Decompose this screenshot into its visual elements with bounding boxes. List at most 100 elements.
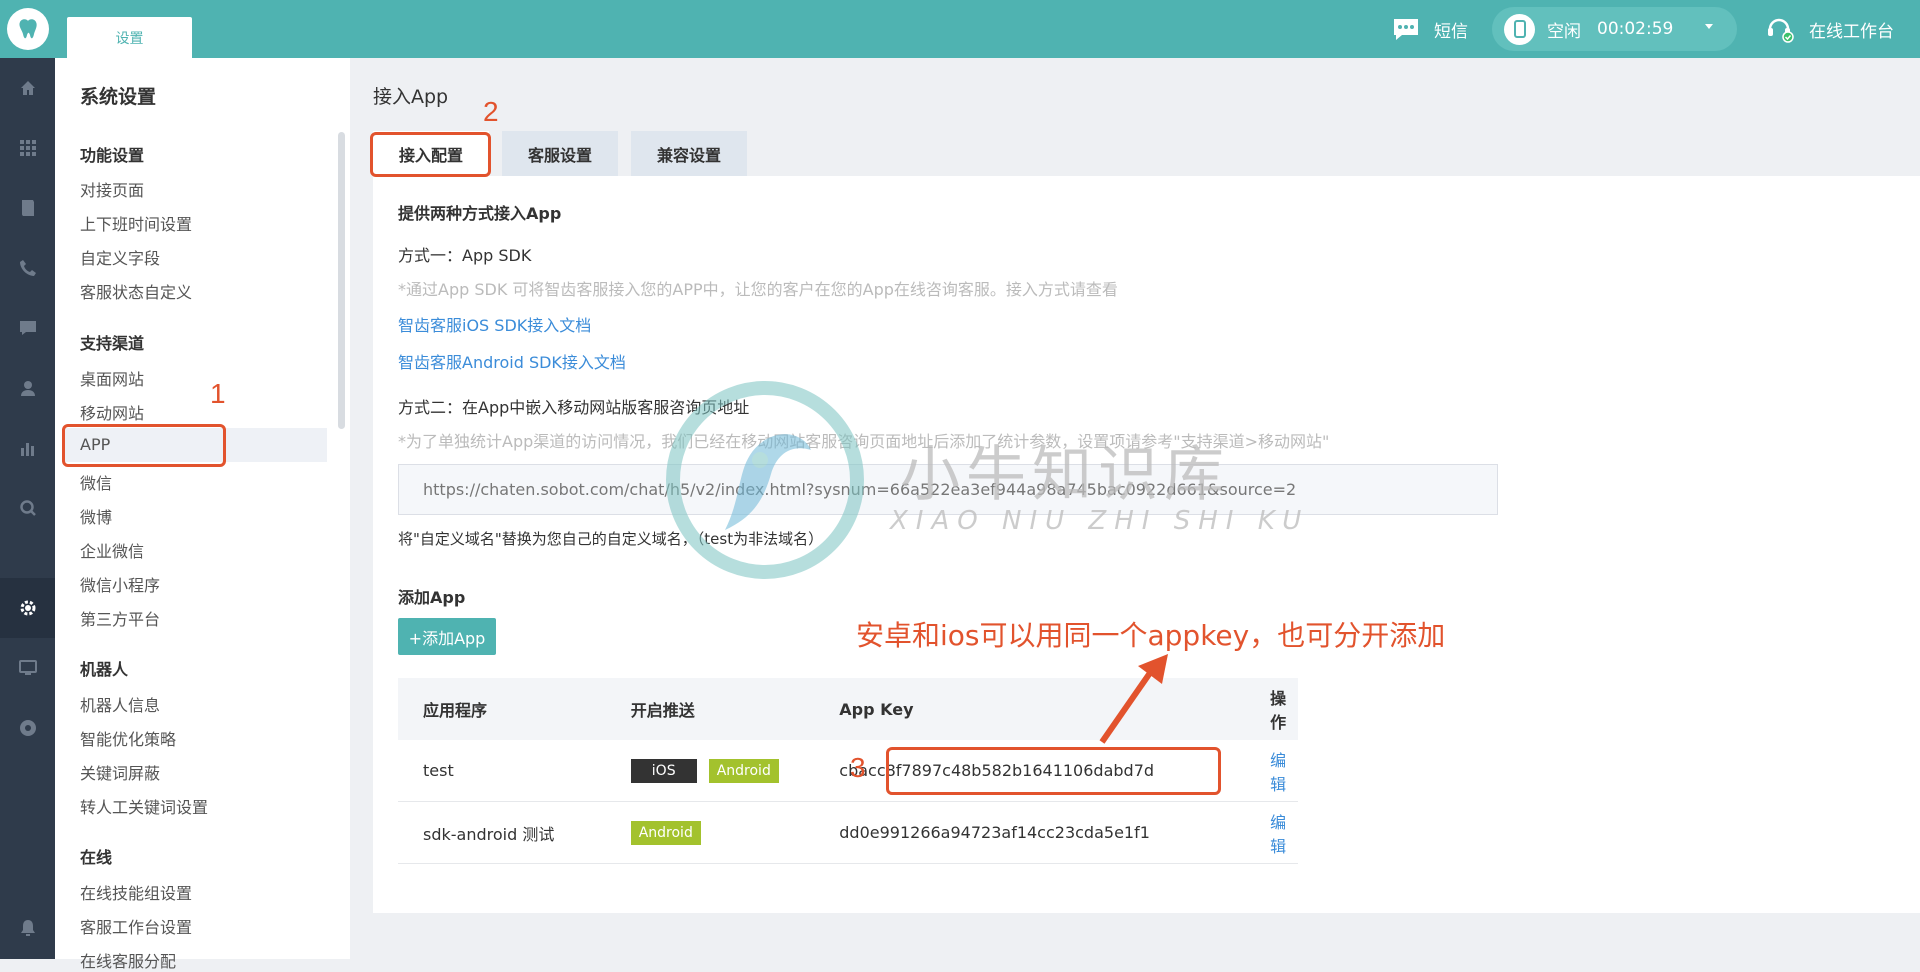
gear-icon	[20, 600, 35, 616]
col-appkey: App Key	[839, 699, 914, 719]
sidebar-item-wecom[interactable]: 企业微信	[80, 538, 144, 562]
sidebar-item-workbench-settings[interactable]: 客服工作台设置	[80, 914, 192, 938]
message-icon	[1394, 19, 1418, 40]
app-logo[interactable]	[0, 0, 55, 58]
annotation-number-2: 2	[483, 96, 499, 127]
sidebar-item-keyword-block[interactable]: 关键词屏蔽	[80, 760, 160, 784]
sidebar-item-custom-fields[interactable]: 自定义字段	[80, 245, 160, 269]
chevron-down-icon	[1705, 24, 1713, 29]
android-badge: Android	[708, 758, 779, 783]
page-title: 接入App	[373, 86, 449, 108]
add-app-heading: 添加App	[398, 588, 466, 607]
sidebar-item-weibo[interactable]: 微博	[80, 504, 112, 528]
phone-icon	[1504, 13, 1535, 45]
rail-search[interactable]	[0, 478, 55, 538]
app-name: test	[423, 761, 454, 780]
top-bar: 设置 短信 空闲 00:02:59 在线工作台	[0, 0, 1920, 58]
rail-call[interactable]	[0, 238, 55, 298]
search-icon	[19, 500, 36, 516]
tab-settings[interactable]: 设置	[67, 17, 192, 58]
android-badge: Android	[630, 820, 701, 845]
rail-customers[interactable]	[0, 358, 55, 418]
sidebar-title: 系统设置	[80, 86, 157, 108]
call-timer: 00:02:59	[1597, 19, 1674, 39]
sidebar-item-third-party[interactable]: 第三方平台	[80, 606, 160, 630]
edit-link[interactable]: 编辑	[1260, 809, 1298, 857]
rail-settings[interactable]	[0, 578, 55, 638]
sidebar-item-desktop-site[interactable]: 桌面网站	[80, 366, 144, 390]
headset-online-icon	[1768, 18, 1794, 43]
section-heading: 提供两种方式接入App	[398, 204, 562, 223]
tooth-logo-icon	[6, 8, 49, 50]
rail-notifications[interactable]	[0, 898, 55, 958]
online-workbench-button[interactable]: 在线工作台	[1765, 15, 1894, 43]
book-icon	[21, 200, 34, 216]
monitor-icon	[18, 660, 37, 675]
sidebar-item-mobile-site[interactable]: 移动网站	[80, 400, 144, 424]
app-name: sdk-android 测试	[423, 824, 555, 844]
push-badges: iOS Android	[611, 758, 827, 783]
app-key: dd0e991266a94723af14cc23cda5e1f1	[839, 823, 1150, 842]
col-push: 开启推送	[630, 701, 695, 720]
method-one-title: 方式一：App SDK	[398, 246, 532, 265]
method-one-hint: *通过App SDK 可将智齿客服接入您的APP中，让您的客户在您的App在线咨…	[398, 280, 1118, 299]
watermark-text: 小牛知识库	[900, 440, 1230, 510]
ios-sdk-doc-link[interactable]: 智齿客服iOS SDK接入文档	[398, 312, 591, 336]
annotation-number-3: 3	[850, 752, 866, 783]
sidebar-item-miniprogram[interactable]: 微信小程序	[80, 572, 160, 596]
bell-icon	[20, 920, 35, 936]
content-panel: 提供两种方式接入App 方式一：App SDK *通过App SDK 可将智齿客…	[373, 176, 1920, 913]
watermark-subtext: XIAO NIU ZHI SHI KU	[890, 506, 1310, 536]
annotation-number-1: 1	[210, 378, 226, 409]
rail-apps[interactable]	[0, 118, 55, 178]
annotation-box-appkey	[886, 747, 1221, 795]
rail-home[interactable]	[0, 58, 55, 118]
group-function-settings: 功能设置	[80, 146, 145, 165]
rail-monitor[interactable]	[0, 638, 55, 698]
sidebar-item-skill-groups[interactable]: 在线技能组设置	[80, 880, 192, 904]
sidebar-item-agent-assign[interactable]: 在线客服分配	[80, 948, 176, 972]
settings-sidebar: 系统设置 功能设置 对接页面 上下班时间设置 自定义字段 客服状态自定义 支持渠…	[55, 58, 350, 971]
rail-robot[interactable]	[0, 698, 55, 758]
icon-rail	[0, 58, 55, 959]
annotation-box-tab	[370, 132, 491, 177]
sidebar-item-transfer-keywords[interactable]: 转人工关键词设置	[80, 794, 208, 818]
workbench-label: 在线工作台	[1809, 21, 1894, 42]
sidebar-item-docking-page[interactable]: 对接页面	[80, 177, 144, 201]
user-icon	[20, 381, 35, 396]
domain-note: 将"自定义域名"替换为您自己的自定义域名，（test为非法域名）	[398, 530, 824, 548]
group-robot: 机器人	[80, 660, 129, 679]
grid-icon	[19, 140, 36, 156]
sidebar-item-robot-info[interactable]: 机器人信息	[80, 692, 160, 716]
group-channels: 支持渠道	[80, 334, 145, 353]
sidebar-item-wechat[interactable]: 微信	[80, 470, 112, 494]
push-badges: Android	[611, 820, 827, 845]
sidebar-item-work-hours[interactable]: 上下班时间设置	[80, 211, 192, 235]
home-icon	[20, 81, 35, 95]
table-row: sdk-android 测试 Android dd0e991266a94723a…	[398, 802, 1298, 864]
edit-link[interactable]: 编辑	[1260, 747, 1298, 795]
sms-label: 短信	[1434, 21, 1468, 42]
android-sdk-doc-link[interactable]: 智齿客服Android SDK接入文档	[398, 349, 626, 373]
method-two-title: 方式二：在App中嵌入移动网站版客服咨询页地址	[398, 398, 750, 417]
add-app-button[interactable]: +添加App	[398, 618, 496, 655]
sidebar-scrollbar[interactable]	[338, 132, 345, 429]
chat-icon	[19, 321, 36, 335]
agent-status-dropdown[interactable]: 空闲 00:02:59	[1492, 7, 1737, 51]
col-action: 操作	[1270, 689, 1287, 732]
rail-book[interactable]	[0, 178, 55, 238]
sidebar-item-agent-status[interactable]: 客服状态自定义	[80, 279, 192, 303]
status-label: 空闲	[1547, 21, 1581, 42]
sidebar-item-smart-optimize[interactable]: 智能优化策略	[80, 726, 176, 750]
rail-stats[interactable]	[0, 418, 55, 478]
phone-icon	[19, 260, 36, 276]
tab-compat-settings[interactable]: 兼容设置	[631, 131, 748, 176]
bar-chart-icon	[20, 443, 34, 456]
annotation-arrow-icon	[1099, 654, 1168, 744]
ios-badge: iOS	[630, 758, 697, 783]
annotation-box-app	[62, 424, 226, 467]
tab-agent-settings[interactable]: 客服设置	[502, 131, 619, 176]
rail-chat[interactable]	[0, 298, 55, 358]
sms-button[interactable]: 短信	[1392, 17, 1468, 42]
col-app: 应用程序	[423, 701, 488, 720]
